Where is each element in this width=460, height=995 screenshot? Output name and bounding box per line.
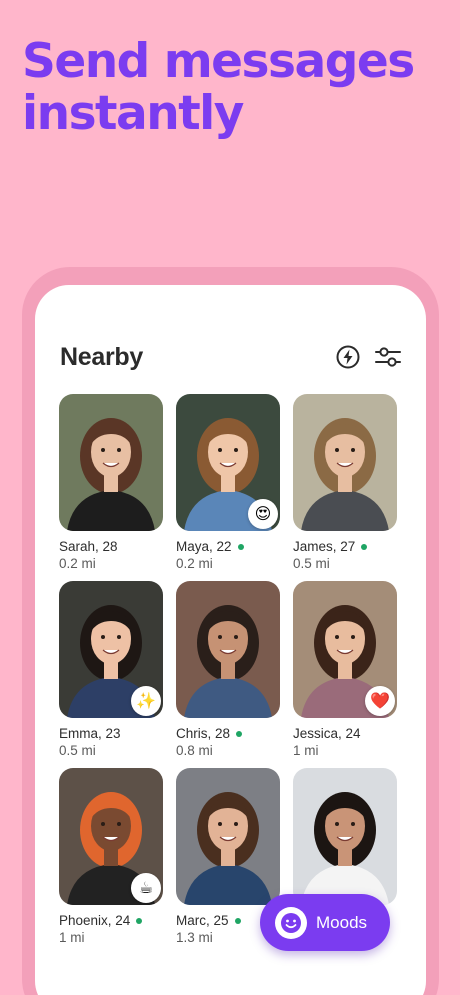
mood-badge-icon: ✨ (131, 686, 161, 716)
mood-badge-icon: ❤️ (365, 686, 395, 716)
mood-badge-icon: 😍 (248, 499, 278, 529)
profile-card[interactable] (293, 768, 397, 905)
profile-card[interactable]: 😍 Maya, 22 0.2 mi (176, 394, 280, 571)
phone-screen: Nearby Sarah, 28 0.2 mi 😍 Maya, 22 0.2 mi Jam… (35, 285, 426, 995)
profile-photo[interactable] (176, 768, 280, 905)
profile-name: Sarah, 28 (59, 539, 118, 554)
moods-button[interactable]: Moods (260, 894, 390, 951)
profile-photo-art (176, 581, 280, 718)
profile-name: Emma, 23 (59, 726, 121, 741)
profile-name-row: Jessica, 24 (293, 725, 397, 742)
profile-name-row: Sarah, 28 (59, 538, 163, 555)
profile-photo[interactable] (293, 768, 397, 905)
profile-name-row: Maya, 22 (176, 538, 280, 555)
profile-card[interactable]: ❤️ Jessica, 24 1 mi (293, 581, 397, 758)
profile-name: Chris, 28 (176, 726, 231, 741)
profile-name-row: Chris, 28 (176, 725, 280, 742)
headline: Send messages instantly (22, 34, 415, 141)
profile-name-row: Emma, 23 (59, 725, 163, 742)
online-status-dot (236, 730, 243, 737)
profile-card[interactable]: James, 27 0.5 mi (293, 394, 397, 571)
profile-photo[interactable] (59, 394, 163, 531)
moods-button-label: Moods (316, 912, 368, 932)
profile-card[interactable]: ✨ Emma, 23 0.5 mi (59, 581, 163, 758)
profile-distance: 0.8 mi (176, 743, 213, 758)
profile-photo[interactable]: ☕ (59, 768, 163, 905)
header-actions (334, 343, 402, 371)
profile-photo-art (293, 768, 397, 905)
profile-photo[interactable] (176, 581, 280, 718)
profile-distance: 1 mi (293, 743, 319, 758)
profile-photo[interactable]: ❤️ (293, 581, 397, 718)
profile-name: Marc, 25 (176, 913, 229, 928)
profile-name: Maya, 22 (176, 539, 232, 554)
profile-name-row: James, 27 (293, 538, 397, 555)
online-status-dot (136, 917, 143, 924)
profile-photo[interactable] (293, 394, 397, 531)
profile-name-row: Phoenix, 24 (59, 912, 163, 929)
profile-name: Jessica, 24 (293, 726, 361, 741)
profile-name: Phoenix, 24 (59, 913, 131, 928)
profile-card[interactable]: Sarah, 28 0.2 mi (59, 394, 163, 571)
profile-photo-art (59, 394, 163, 531)
profile-photo-art (176, 768, 280, 905)
online-status-dot (234, 917, 241, 924)
profile-card[interactable]: Chris, 28 0.8 mi (176, 581, 280, 758)
profile-card[interactable]: ☕ Phoenix, 24 1 mi (59, 768, 163, 945)
profile-distance: 0.2 mi (59, 556, 96, 571)
boost-bolt-icon[interactable] (334, 343, 362, 371)
smiley-face-icon (275, 906, 307, 939)
profile-photo[interactable]: 😍 (176, 394, 280, 531)
online-status-dot (237, 543, 244, 550)
filters-sliders-icon[interactable] (374, 343, 402, 371)
mood-badge-icon: ☕ (131, 873, 161, 903)
page-title: Nearby (60, 343, 143, 371)
profile-photo-art (293, 394, 397, 531)
profile-distance: 0.5 mi (293, 556, 330, 571)
profile-distance: 0.5 mi (59, 743, 96, 758)
profile-name: James, 27 (293, 539, 356, 554)
profile-distance: 0.2 mi (176, 556, 213, 571)
online-status-dot (361, 543, 368, 550)
profile-photo[interactable]: ✨ (59, 581, 163, 718)
profile-distance: 1 mi (59, 930, 85, 945)
